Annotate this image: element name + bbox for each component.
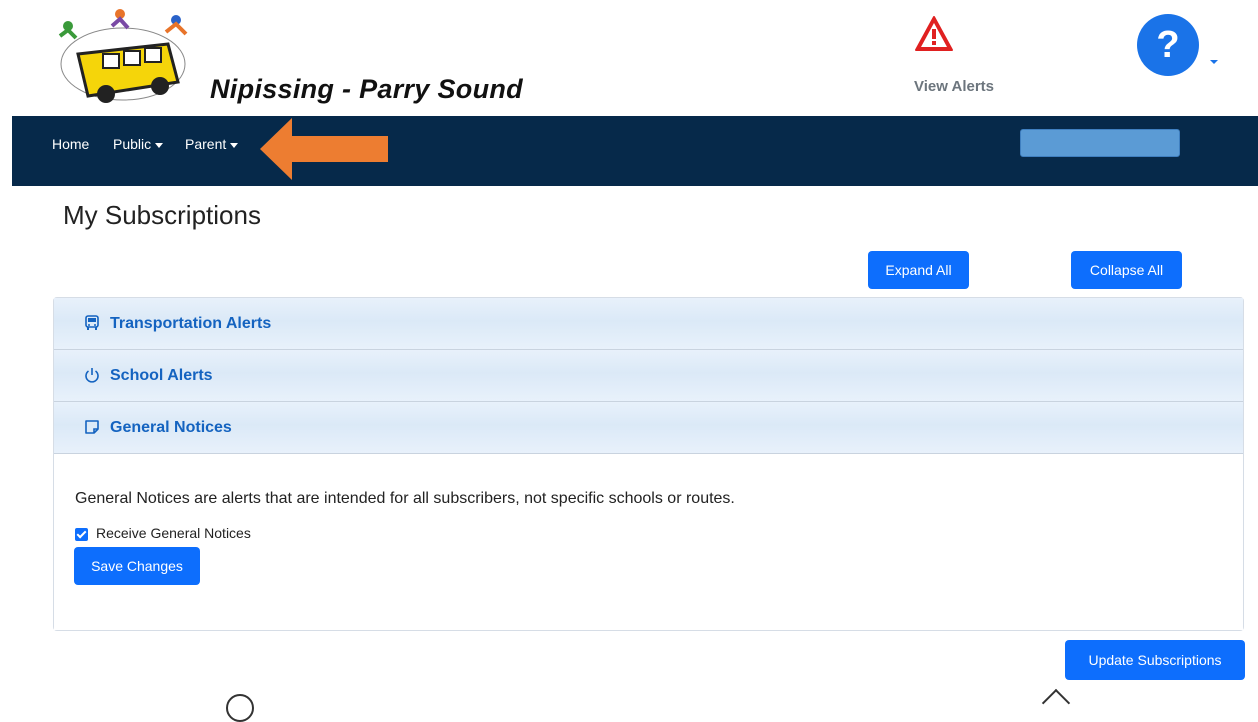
annotation-arrow-icon <box>260 118 388 180</box>
help-icon[interactable]: ? <box>1137 14 1199 76</box>
nav-item-parent[interactable]: Parent <box>185 136 239 152</box>
brand-name: Nipissing - Parry Sound <box>210 74 523 104</box>
circle-icon <box>226 694 254 722</box>
nav-search-field[interactable] <box>1020 129 1180 157</box>
general-notices-panel: General Notices are alerts that are inte… <box>54 454 1243 630</box>
section-title: General Notices <box>110 419 232 436</box>
nav-item-public[interactable]: Public <box>113 136 164 152</box>
help-dropdown-caret-icon[interactable] <box>1210 60 1218 64</box>
page-title: My Subscriptions <box>63 200 261 230</box>
section-title: School Alerts <box>110 367 213 384</box>
nav-item-home[interactable]: Home <box>52 136 89 152</box>
general-notices-description: General Notices are alerts that are inte… <box>75 490 735 507</box>
site-header: Nipissing - Parry Sound View Alerts ? <box>0 0 1258 116</box>
section-transportation-alerts[interactable]: Transportation Alerts <box>54 298 1243 350</box>
section-school-alerts[interactable]: School Alerts <box>54 350 1243 402</box>
view-alerts-label: View Alerts <box>913 78 995 95</box>
subscriptions-accordion: Transportation Alerts School Alerts Gene… <box>53 297 1244 631</box>
expand-all-button[interactable]: Expand All <box>868 251 969 289</box>
checkbox-checked-icon[interactable] <box>75 527 88 541</box>
update-subscriptions-button[interactable]: Update Subscriptions <box>1065 640 1245 680</box>
checkbox-label: Receive General Notices <box>96 525 251 541</box>
nav-item-label: Public <box>113 136 152 152</box>
view-alerts-button[interactable]: View Alerts <box>898 14 1018 104</box>
section-title: Transportation Alerts <box>110 315 272 332</box>
receive-general-notices-checkbox[interactable]: Receive General Notices <box>75 525 251 541</box>
section-general-notices[interactable]: General Notices <box>54 402 1243 454</box>
note-icon <box>85 420 99 434</box>
collapse-all-button[interactable]: Collapse All <box>1071 251 1182 289</box>
logo[interactable] <box>48 4 198 108</box>
caret-down-icon <box>155 142 164 148</box>
save-changes-button[interactable]: Save Changes <box>74 547 200 585</box>
nav-item-label: Home <box>52 136 90 152</box>
caret-down-icon <box>230 142 239 148</box>
power-icon <box>85 368 99 383</box>
bus-icon <box>85 315 99 330</box>
warning-icon <box>915 16 953 51</box>
nav-item-label: Parent <box>185 136 227 152</box>
chevron-up-icon <box>1041 688 1071 718</box>
